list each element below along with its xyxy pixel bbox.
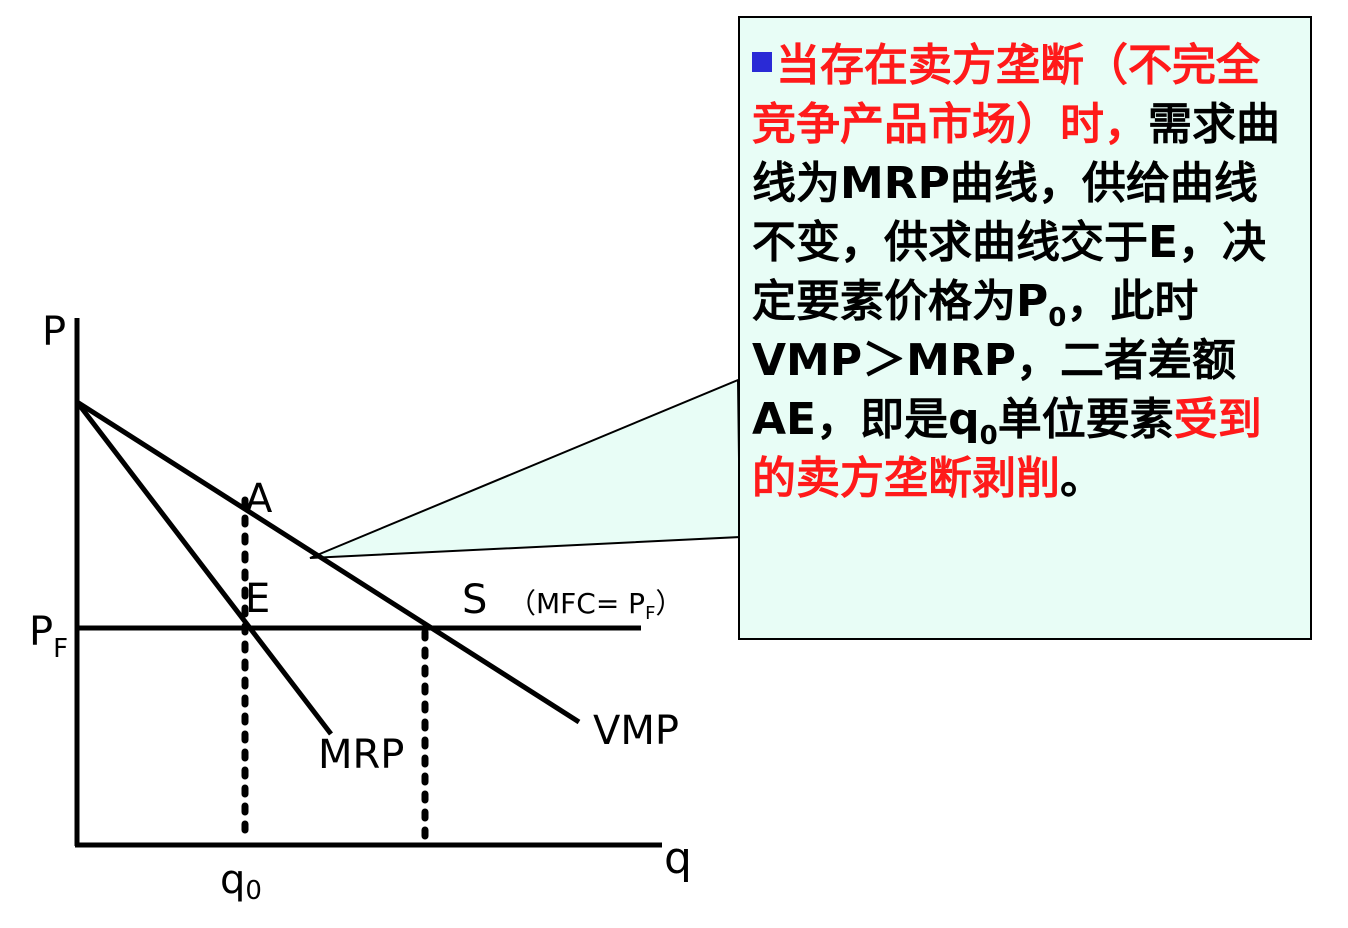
vmp-curve — [75, 399, 581, 725]
supply-label: S — [462, 577, 487, 623]
p0-subscript: 0 — [1048, 302, 1067, 333]
callout-text: 当存在卖方垄断（不完全竞争产品市场）时，需求曲线为MRP曲线，供给曲线不变，供求… — [752, 36, 1300, 508]
pf-label: PF — [29, 609, 68, 664]
point-a-label: A — [245, 476, 273, 522]
q0-subscript: 0 — [979, 420, 998, 451]
vmp-label: VMP — [593, 708, 679, 754]
callout-end: 。 — [1060, 453, 1104, 504]
point-e-label: E — [245, 576, 270, 622]
x-axis-label: q — [664, 833, 692, 884]
callout-pointer — [309, 378, 742, 559]
callout-box: 当存在卖方垄断（不完全竞争产品市场）时，需求曲线为MRP曲线，供给曲线不变，供求… — [738, 16, 1312, 640]
supply-note: （MFC= PF） — [508, 587, 683, 624]
mrp-curve — [75, 400, 333, 736]
y-axis-label: P — [42, 309, 66, 355]
bullet-square-icon — [752, 52, 772, 72]
mrp-label: MRP — [318, 732, 404, 778]
callout-body-3: 单位要素 — [997, 394, 1174, 445]
q0-label: q0 — [220, 857, 262, 906]
